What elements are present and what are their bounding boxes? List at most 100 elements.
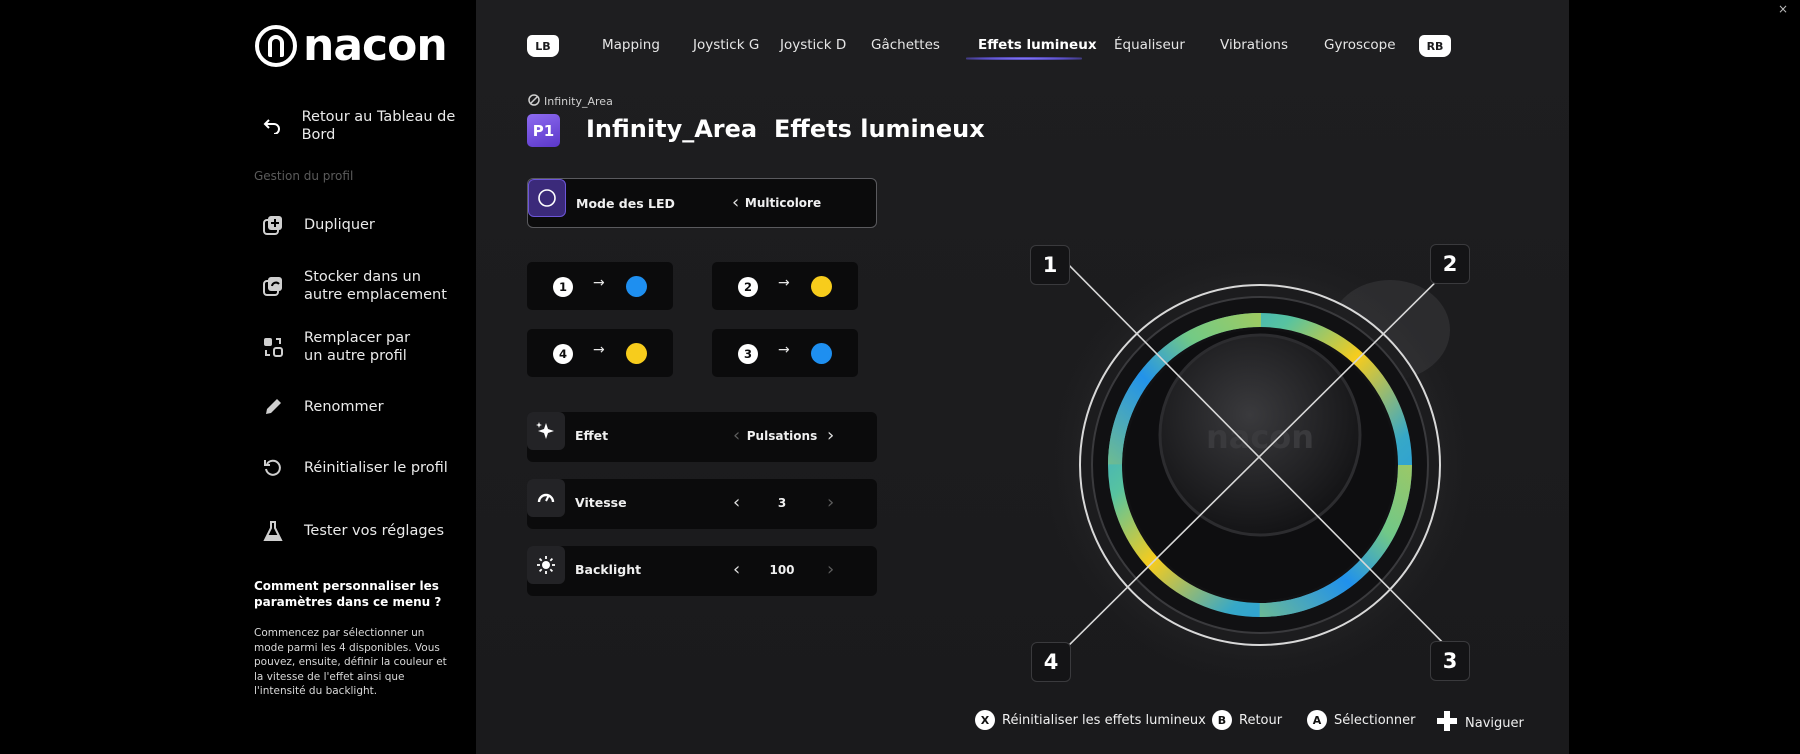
pencil-icon: [260, 394, 286, 420]
effect-row[interactable]: Effet ‹ Pulsations ›: [527, 412, 877, 462]
speed-next-icon[interactable]: ›: [827, 492, 834, 513]
effect-label: Effet: [575, 428, 609, 443]
rename-button[interactable]: Renommer: [260, 394, 384, 420]
profile-link-icon: [528, 94, 540, 109]
chevron-right-icon: ›: [748, 117, 757, 142]
speed-label: Vitesse: [575, 495, 627, 510]
backlight-next-icon[interactable]: ›: [827, 559, 834, 580]
zone-3-color[interactable]: 3 →: [712, 329, 858, 377]
led-mode-icon: [528, 179, 566, 217]
reset-effects-hint[interactable]: X Réinitialiser les effets lumineux: [975, 710, 1206, 730]
breadcrumb: Infinity_Area: [528, 94, 613, 109]
tab-gyroscope[interactable]: Gyroscope: [1324, 37, 1396, 53]
tab-joystick-g[interactable]: Joystick G: [693, 37, 759, 53]
navigate-hint[interactable]: Naviguer: [1436, 710, 1524, 736]
select-hint[interactable]: A Sélectionner: [1307, 710, 1416, 730]
logo-text: nacon: [303, 20, 448, 71]
replace-label: Remplacer par un autre profil: [304, 330, 411, 364]
reset-profile-button[interactable]: Réinitialiser le profil: [260, 455, 448, 481]
led-mode-label: Mode des LED: [576, 196, 675, 211]
arrow-right-icon: →: [593, 342, 605, 358]
sparkle-icon: [527, 412, 565, 450]
store-label: Stocker dans un autre emplacement: [304, 269, 447, 303]
zone-color-swatch: [811, 343, 832, 364]
reset-effects-label: Réinitialiser les effets lumineux: [1002, 712, 1206, 728]
help-text: Commencez par sélectionner un mode parmi…: [254, 627, 447, 697]
rb-bumper-icon[interactable]: RB: [1419, 35, 1451, 57]
zone-2-color[interactable]: 2 →: [712, 262, 858, 310]
backlight-value: 100: [769, 563, 795, 577]
stick-logo-text: nacon: [1206, 418, 1314, 456]
led-mode-row[interactable]: Mode des LED ‹ Multicolore: [527, 178, 877, 228]
test-label: Tester vos réglages: [304, 523, 445, 539]
effect-value: Pulsations: [746, 429, 818, 443]
store-icon: [260, 273, 286, 299]
zone-4-color[interactable]: 4 →: [527, 329, 673, 377]
sidebar: nacon Retour au Tableau de Bord Gestion …: [0, 0, 476, 754]
a-button-icon: A: [1307, 710, 1327, 730]
joystick-ring-graphic: nacon: [1045, 249, 1475, 680]
lb-bumper-icon[interactable]: LB: [527, 35, 559, 57]
reset-label: Réinitialiser le profil: [304, 460, 448, 476]
page-title-profile: Infinity_Area: [586, 115, 758, 143]
navigate-hint-label: Naviguer: [1465, 715, 1524, 731]
tab-joystick-d[interactable]: Joystick D: [780, 37, 846, 53]
zone-number: 3: [738, 344, 758, 364]
back-hint-label: Retour: [1239, 712, 1283, 728]
zone-number: 4: [553, 344, 573, 364]
speed-row[interactable]: Vitesse ‹ 3 ›: [527, 479, 877, 529]
reset-icon: [260, 455, 286, 481]
duplicate-label: Dupliquer: [304, 217, 375, 233]
tab-equaliseur[interactable]: Équaliseur: [1114, 37, 1185, 53]
profile-slot-badge: P1: [527, 114, 560, 147]
b-button-icon: B: [1212, 710, 1232, 730]
zone-1-color[interactable]: 1 →: [527, 262, 673, 310]
x-button-icon: X: [975, 710, 995, 730]
store-other-slot-button[interactable]: Stocker dans un autre emplacement: [260, 268, 447, 304]
zone-color-swatch: [811, 276, 832, 297]
back-label: Retour au Tableau de Bord: [301, 109, 456, 143]
tab-effets-lumineux[interactable]: Effets lumineux: [978, 37, 1097, 53]
back-arrow-icon: [260, 113, 284, 139]
rename-label: Renommer: [304, 399, 384, 415]
effect-next-icon[interactable]: ›: [827, 425, 834, 446]
breadcrumb-profile-small: Infinity_Area: [544, 95, 613, 108]
joystick-illustration: nacon 1 2 3 4: [1000, 220, 1520, 690]
zone-color-swatch: [626, 343, 647, 364]
zone-number: 1: [553, 277, 573, 297]
speed-value: 3: [777, 496, 787, 510]
page-title: Effets lumineux: [774, 115, 985, 143]
zone-callout-2: 2: [1430, 244, 1470, 284]
tab-vibrations[interactable]: Vibrations: [1220, 37, 1288, 53]
zone-color-swatch: [626, 276, 647, 297]
replace-profile-button[interactable]: Remplacer par un autre profil: [260, 329, 410, 365]
flask-icon: [260, 518, 286, 544]
active-tab-indicator: [966, 57, 1082, 60]
replace-icon: [260, 334, 286, 360]
backlight-row[interactable]: Backlight ‹ 100 ›: [527, 546, 877, 596]
backlight-label: Backlight: [575, 562, 642, 577]
nacon-logo-icon: [255, 25, 297, 67]
close-icon[interactable]: ×: [1778, 2, 1788, 16]
duplicate-button[interactable]: Dupliquer: [260, 212, 375, 238]
arrow-right-icon: →: [778, 342, 790, 358]
back-hint[interactable]: B Retour: [1212, 710, 1282, 730]
zone-callout-4: 4: [1031, 642, 1071, 682]
test-settings-button[interactable]: Tester vos réglages: [260, 518, 444, 544]
select-hint-label: Sélectionner: [1334, 712, 1416, 728]
tab-mapping[interactable]: Mapping: [602, 37, 660, 53]
zone-callout-3: 3: [1430, 641, 1470, 681]
led-mode-value: Multicolore: [744, 196, 822, 210]
sun-icon: [527, 546, 565, 584]
tab-gachettes[interactable]: Gâchettes: [871, 37, 940, 53]
arrow-right-icon: →: [593, 275, 605, 291]
arrow-right-icon: →: [778, 275, 790, 291]
help-title: Comment personnaliser les paramètres dan…: [254, 579, 442, 609]
section-label: Gestion du profil: [254, 169, 354, 183]
speedometer-icon: [527, 479, 565, 517]
nacon-logo: nacon: [255, 20, 448, 71]
zone-callout-1: 1: [1030, 245, 1070, 285]
back-to-dashboard-button[interactable]: Retour au Tableau de Bord: [260, 108, 476, 144]
zone-number: 2: [738, 277, 758, 297]
duplicate-icon: [260, 212, 286, 238]
